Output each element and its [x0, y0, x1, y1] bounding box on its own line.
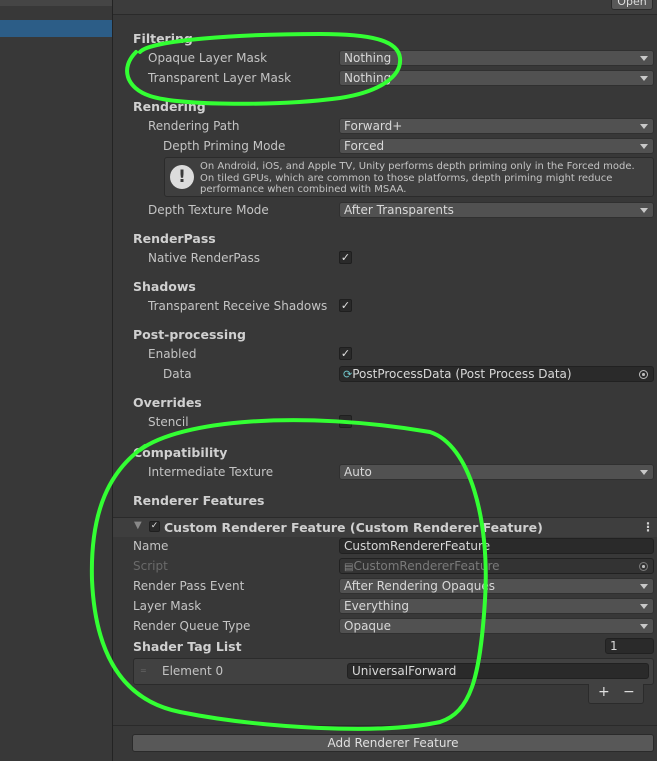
feature-enabled-checkbox[interactable]: ✓: [149, 521, 160, 532]
more-options-icon[interactable]: ⋮: [642, 520, 654, 534]
filtering-header[interactable]: Filtering: [133, 31, 193, 46]
render-queue-type-label: Render Queue Type: [133, 619, 251, 633]
shader-tag-list-size-input[interactable]: 1: [605, 638, 654, 654]
rendering-header[interactable]: Rendering: [133, 99, 206, 114]
depth-texture-mode-dropdown[interactable]: After Transparents: [339, 202, 654, 218]
opaque-layer-mask-label: Opaque Layer Mask: [148, 51, 268, 65]
dropdown-arrow-icon: [640, 624, 648, 629]
transparent-receive-shadows-checkbox[interactable]: ✓: [339, 299, 352, 312]
hierarchy-row[interactable]: [0, 0, 112, 6]
depth-priming-mode-dropdown[interactable]: Forced: [339, 138, 654, 154]
transparent-layer-mask-dropdown[interactable]: Nothing: [339, 70, 654, 86]
dropdown-arrow-icon: [640, 604, 648, 609]
depth-priming-help-box: ! On Android, iOS, and Apple TV, Unity p…: [164, 157, 654, 197]
list-add-remove-controls: + −: [588, 684, 644, 704]
checkmark-icon: ✓: [340, 251, 351, 264]
render-queue-type-dropdown[interactable]: Opaque: [339, 618, 654, 634]
checkmark-icon: ✓: [150, 521, 159, 531]
divider: [113, 725, 657, 726]
intermediate-texture-value: Auto: [344, 465, 372, 479]
overrides-header[interactable]: Overrides: [133, 395, 202, 410]
render-queue-type-value: Opaque: [344, 619, 392, 633]
renderpass-header[interactable]: RenderPass: [133, 231, 216, 246]
transparent-layer-mask-value: Nothing: [344, 71, 392, 85]
element-0-input[interactable]: UniversalForward: [347, 663, 649, 679]
rendering-path-value: Forward+: [344, 119, 403, 133]
feature-name-input[interactable]: CustomRendererFeature: [339, 538, 654, 554]
intermediate-texture-dropdown[interactable]: Auto: [339, 464, 654, 480]
script-value: CustomRendererFeature: [353, 559, 500, 573]
post-processing-enabled-label: Enabled: [148, 347, 197, 361]
object-picker-icon[interactable]: [639, 370, 648, 379]
feature-title: Custom Renderer Feature (Custom Renderer…: [164, 520, 543, 535]
opaque-layer-mask-value: Nothing: [344, 51, 392, 65]
opaque-layer-mask-dropdown[interactable]: Nothing: [339, 50, 654, 66]
feature-header-bar[interactable]: ▼ ✓ Custom Renderer Feature (Custom Rend…: [113, 517, 657, 537]
hierarchy-panel: [0, 0, 113, 761]
post-process-data-value: PostProcessData (Post Process Data): [352, 367, 572, 381]
help-text: On Android, iOS, and Apple TV, Unity per…: [200, 161, 635, 195]
depth-texture-mode-label: Depth Texture Mode: [148, 203, 269, 217]
dropdown-arrow-icon: [640, 584, 648, 589]
asset-icon: ⟳: [343, 368, 353, 381]
script-field: ▤CustomRendererFeature: [339, 558, 654, 574]
element-0-label: Element 0: [162, 664, 224, 678]
remove-element-button[interactable]: −: [623, 684, 635, 700]
feature-layer-mask-dropdown[interactable]: Everything: [339, 598, 654, 614]
depth-priming-mode-label: Depth Priming Mode: [163, 139, 286, 153]
feature-name-label: Name: [133, 539, 169, 553]
native-renderpass-label: Native RenderPass: [148, 251, 260, 265]
expand-arrow-icon[interactable]: ▼: [134, 520, 142, 531]
intermediate-texture-label: Intermediate Texture: [148, 465, 274, 479]
compatibility-header[interactable]: Compatibility: [133, 445, 227, 460]
stencil-label: Stencil: [148, 415, 189, 429]
native-renderpass-checkbox[interactable]: ✓: [339, 251, 352, 264]
shader-tag-list-header[interactable]: Shader Tag List: [133, 639, 242, 654]
open-button[interactable]: Open: [611, 0, 653, 10]
depth-priming-mode-value: Forced: [344, 139, 385, 153]
feature-layer-mask-value: Everything: [344, 599, 409, 613]
render-pass-event-label: Render Pass Event: [133, 579, 245, 593]
rendering-path-dropdown[interactable]: Forward+: [339, 118, 654, 134]
dropdown-arrow-icon: [640, 76, 648, 81]
post-processing-header[interactable]: Post-processing: [133, 327, 246, 342]
dropdown-arrow-icon: [640, 124, 648, 129]
dropdown-arrow-icon: [640, 56, 648, 61]
stencil-checkbox[interactable]: [339, 415, 352, 428]
checkmark-icon: ✓: [340, 347, 351, 360]
dropdown-arrow-icon: [640, 470, 648, 475]
hierarchy-selected-row[interactable]: [0, 20, 112, 37]
render-pass-event-value: After Rendering Opaques: [344, 579, 495, 593]
transparent-layer-mask-label: Transparent Layer Mask: [148, 71, 292, 85]
feature-layer-mask-label: Layer Mask: [133, 599, 202, 613]
rendering-path-label: Rendering Path: [148, 119, 240, 133]
transparent-receive-shadows-label: Transparent Receive Shadows: [148, 299, 328, 313]
drag-handle-icon[interactable]: =: [140, 666, 147, 675]
inspector-header-strip: Open: [113, 0, 657, 15]
dropdown-arrow-icon: [640, 144, 648, 149]
depth-texture-mode-value: After Transparents: [344, 203, 454, 217]
post-process-data-field[interactable]: ⟳PostProcessData (Post Process Data): [339, 366, 654, 382]
warning-icon: !: [170, 165, 194, 189]
checkmark-icon: ✓: [340, 299, 351, 312]
add-element-button[interactable]: +: [598, 684, 610, 700]
dropdown-arrow-icon: [640, 208, 648, 213]
add-renderer-feature-button[interactable]: Add Renderer Feature: [132, 734, 654, 752]
script-label: Script: [133, 559, 168, 573]
render-pass-event-dropdown[interactable]: After Rendering Opaques: [339, 578, 654, 594]
shader-tag-list-box: = Element 0 UniversalForward: [133, 658, 654, 685]
renderer-features-header: Renderer Features: [133, 493, 265, 508]
post-process-data-label: Data: [163, 367, 192, 381]
post-processing-enabled-checkbox[interactable]: ✓: [339, 347, 352, 360]
object-picker-icon: [639, 562, 648, 571]
shadows-header[interactable]: Shadows: [133, 279, 196, 294]
